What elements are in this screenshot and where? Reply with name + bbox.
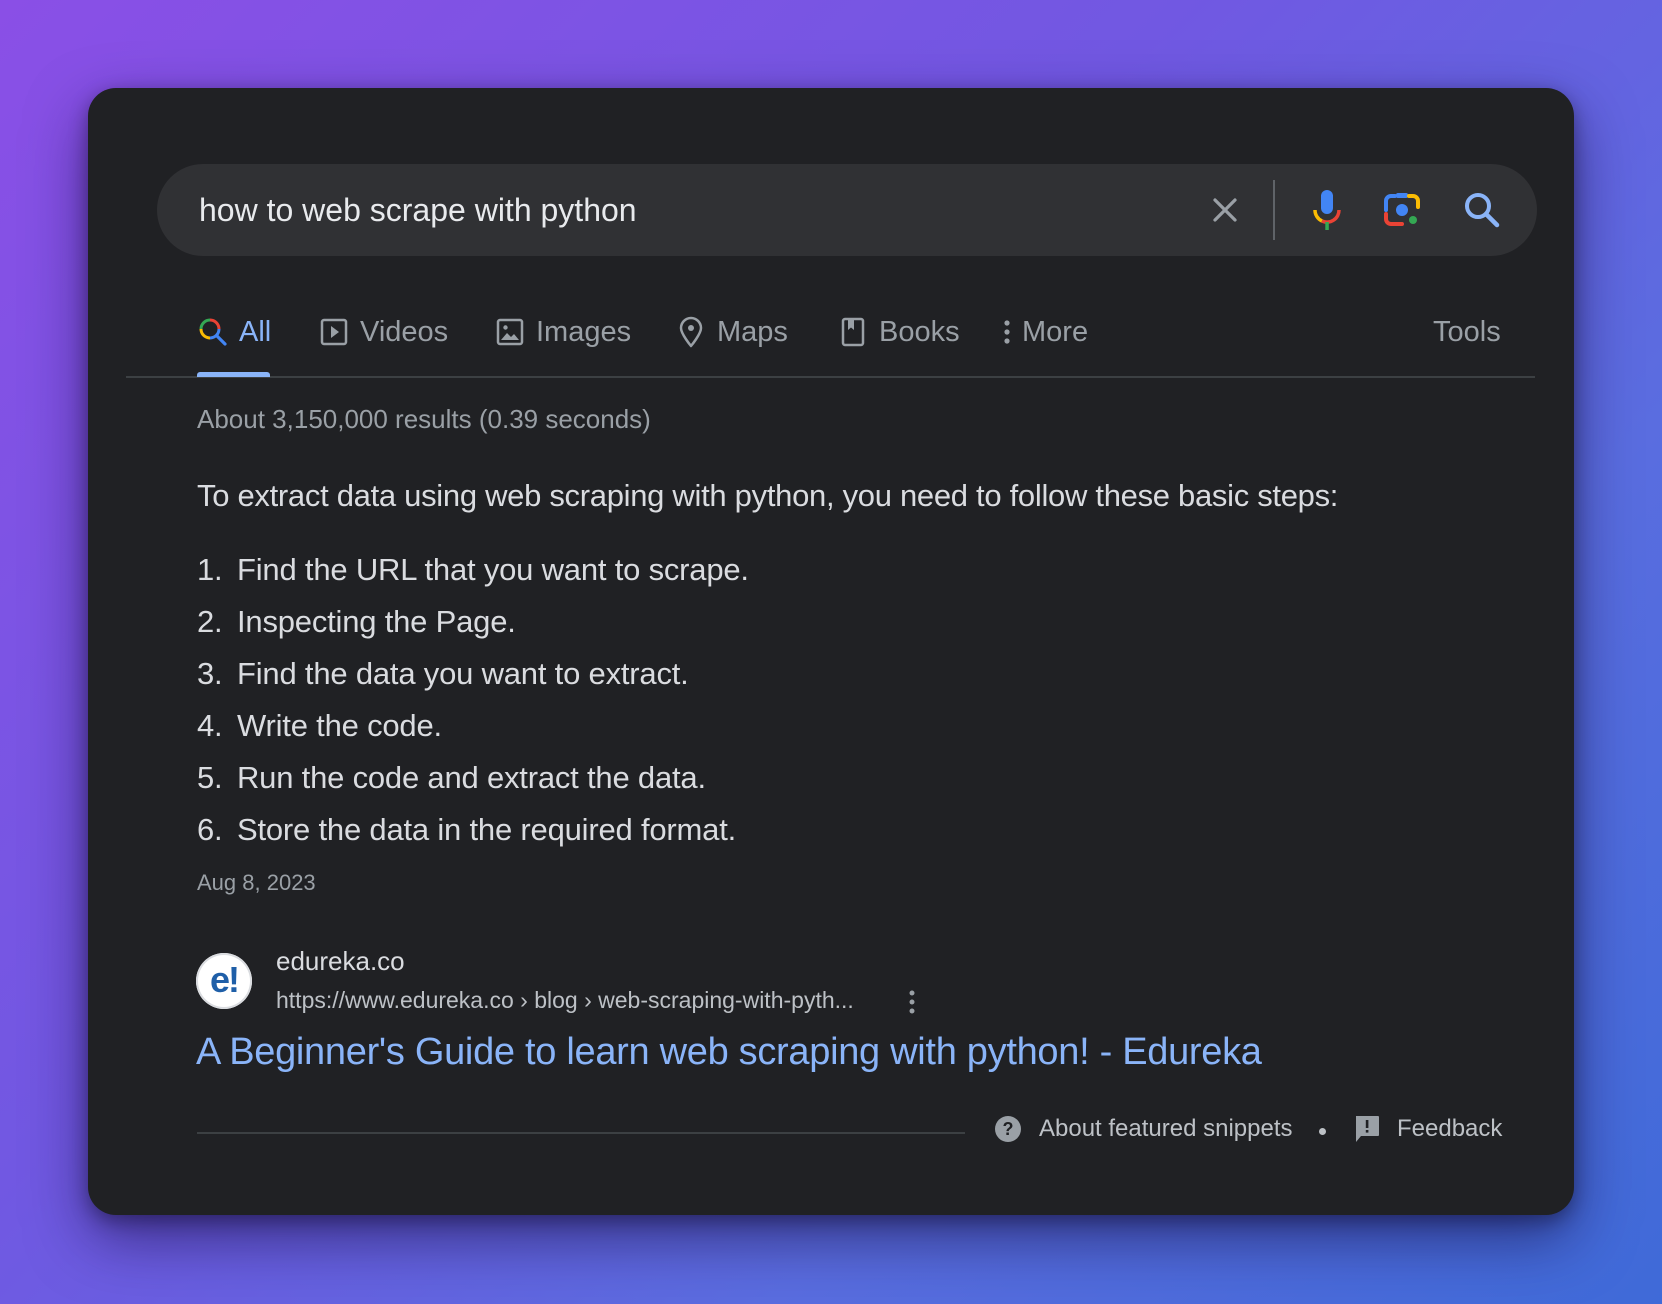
- image-icon: [494, 316, 526, 348]
- step-text: Find the URL that you want to scrape.: [237, 552, 749, 587]
- list-item: 2. Inspecting the Page.: [197, 596, 749, 648]
- list-item: 6. Store the data in the required format.: [197, 804, 749, 856]
- google-lens-icon: [1384, 193, 1420, 226]
- svg-text:?: ?: [1003, 1119, 1014, 1139]
- feedback-button[interactable]: Feedback: [1353, 1114, 1502, 1144]
- tab-label: Books: [879, 315, 960, 348]
- lens-search-button[interactable]: [1378, 186, 1426, 234]
- tab-label: Maps: [717, 315, 788, 348]
- list-item: 4. Write the code.: [197, 700, 749, 752]
- snippet-date: Aug 8, 2023: [197, 870, 316, 895]
- step-text: Inspecting the Page.: [237, 604, 516, 639]
- tab-images[interactable]: Images: [494, 307, 631, 357]
- close-icon: [1213, 198, 1237, 222]
- search-submit-button[interactable]: [1458, 186, 1506, 234]
- favicon-text: e!: [209, 959, 240, 1000]
- play-icon: [318, 316, 350, 348]
- list-item: 1. Find the URL that you want to scrape.: [197, 544, 749, 596]
- tab-videos[interactable]: Videos: [318, 307, 448, 357]
- tab-all[interactable]: All: [197, 307, 271, 357]
- tab-more[interactable]: More: [1000, 307, 1088, 357]
- step-number: 6.: [197, 812, 223, 847]
- map-pin-icon: [675, 316, 707, 348]
- feedback-icon: [1356, 1116, 1379, 1142]
- clear-search-button[interactable]: [1205, 190, 1245, 230]
- help-icon: ?: [995, 1116, 1021, 1142]
- microphone-icon: [1313, 190, 1341, 230]
- step-text: Find the data you want to extract.: [237, 656, 689, 691]
- tab-label: Videos: [360, 315, 449, 348]
- step-number: 5.: [197, 760, 223, 795]
- tabs-divider: [126, 376, 1535, 378]
- snippet-heading: To extract data using web scraping with …: [197, 478, 1339, 513]
- more-vertical-icon: [1000, 316, 1014, 348]
- tab-maps[interactable]: Maps: [675, 307, 788, 357]
- tab-label: More: [1022, 315, 1089, 348]
- voice-search-button[interactable]: [1303, 186, 1351, 234]
- search-icon: [197, 316, 229, 348]
- tab-label: Images: [536, 315, 632, 348]
- tab-books[interactable]: Books: [837, 307, 960, 357]
- site-name[interactable]: edureka.co: [276, 946, 405, 977]
- step-text: Write the code.: [237, 708, 442, 743]
- search-bar[interactable]: how to web scrape with python: [157, 164, 1537, 256]
- result-url[interactable]: https://www.edureka.co › blog › web-scra…: [276, 987, 854, 1014]
- step-text: Run the code and extract the data.: [237, 760, 706, 795]
- step-text: Store the data in the required format.: [237, 812, 737, 847]
- step-number: 4.: [197, 708, 223, 743]
- search-icon: [1465, 193, 1500, 228]
- about-label: About featured snippets: [1039, 1115, 1293, 1142]
- more-vertical-icon: [909, 990, 915, 1014]
- results-stats: About 3,150,000 results (0.39 seconds): [197, 404, 651, 434]
- list-item: 3. Find the data you want to extract.: [197, 648, 749, 700]
- step-number: 1.: [197, 552, 223, 587]
- step-number: 3.: [197, 656, 223, 691]
- site-favicon: e!: [196, 953, 252, 1009]
- about-featured-snippets-link[interactable]: ? About featured snippets: [993, 1114, 1293, 1144]
- active-tab-indicator: [197, 372, 270, 377]
- search-input[interactable]: how to web scrape with python: [199, 164, 637, 256]
- feedback-label: Feedback: [1397, 1115, 1503, 1142]
- footer-divider: [197, 1132, 965, 1134]
- step-number: 2.: [197, 604, 223, 639]
- result-title-link[interactable]: A Beginner's Guide to learn web scraping…: [196, 1031, 1262, 1074]
- tab-label: All: [239, 315, 272, 348]
- search-bar-divider: [1273, 180, 1275, 240]
- list-item: 5. Run the code and extract the data.: [197, 752, 749, 804]
- result-options-button[interactable]: [900, 986, 924, 1018]
- snippet-steps-list: 1. Find the URL that you want to scrape. …: [197, 544, 749, 856]
- tools-button[interactable]: Tools: [1433, 307, 1501, 357]
- book-icon: [837, 316, 869, 348]
- search-results-card: how to web scrape with python All Videos…: [88, 88, 1574, 1215]
- footer-separator: [1319, 1128, 1326, 1135]
- tools-label: Tools: [1433, 315, 1501, 348]
